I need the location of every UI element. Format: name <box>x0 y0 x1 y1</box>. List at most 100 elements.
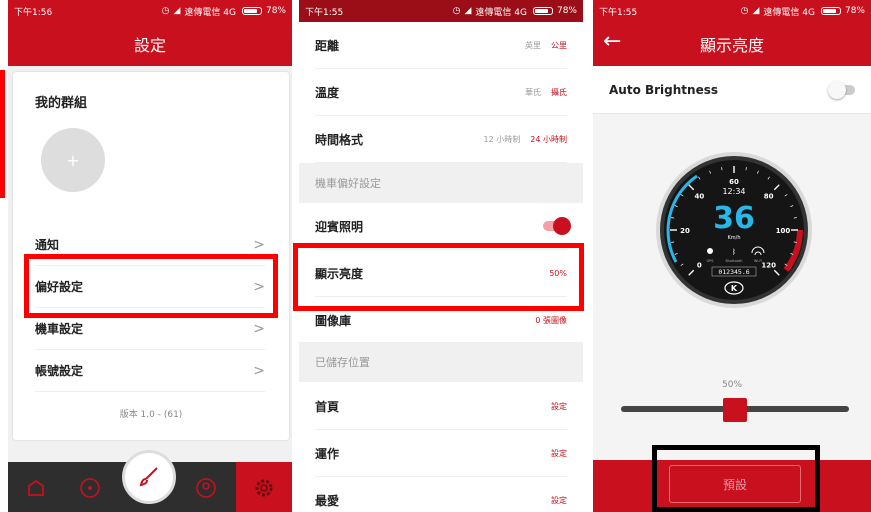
fahrenheit-option[interactable]: 華氏 <box>525 87 541 98</box>
bottom-nav <box>8 450 292 512</box>
gauge-tick-label: 80 <box>764 192 774 200</box>
bluetooth-label: Bluetooth <box>726 259 743 263</box>
section-saved-locations: 已儲存位置 <box>299 342 583 382</box>
version-text: 版本 1.0 - (61) <box>119 410 183 420</box>
back-arrow-icon[interactable]: ← <box>603 31 621 53</box>
saved-favorite-row: 最愛 設定 <box>315 477 567 512</box>
alarm-icon: ◷ <box>161 6 170 16</box>
settings-item-preferences[interactable]: 偏好設定 > <box>35 266 265 308</box>
brightness-slider-thumb[interactable] <box>723 398 747 422</box>
status-carrier: 遠傳電信 4G <box>475 7 527 18</box>
welcome-light-label: 迎賓照明 <box>315 219 364 234</box>
brightness-row[interactable]: 顯示亮度 50% <box>315 250 567 297</box>
gauge-tick-label: 60 <box>729 178 739 186</box>
gauge-tick-label: 100 <box>776 227 791 235</box>
status-time: 下午1:55 <box>305 7 344 18</box>
plus-icon: + <box>66 150 80 170</box>
edge-highlight <box>0 70 5 198</box>
settings-item-label: 偏好設定 <box>35 280 84 294</box>
gauge-speed: 36 <box>713 201 755 236</box>
status-time: 下午1:56 <box>14 7 53 18</box>
settings-item-label: 通知 <box>35 238 60 252</box>
gps-icon <box>707 248 713 254</box>
dashboard-icon[interactable] <box>78 476 102 500</box>
dashboard-gauge: 0 20 40 60 80 100 120 12:34 36 Km/h ᛒ GPS Blue… <box>656 152 812 308</box>
gauge-tick-label: 40 <box>694 192 704 200</box>
profile-icon[interactable] <box>194 476 218 500</box>
miles-option[interactable]: 英里 <box>525 40 541 51</box>
signal-icon: ◢ <box>752 6 760 16</box>
gps-label: GPS <box>706 259 714 263</box>
saved-favorite-set-button[interactable]: 設定 <box>551 495 567 506</box>
km-option[interactable]: 公里 <box>551 40 567 51</box>
brand-logo-letter: K <box>731 284 738 293</box>
auto-brightness-row: Auto Brightness <box>593 66 871 114</box>
saved-home-set-button[interactable]: 設定 <box>551 401 567 412</box>
saved-work-label: 運作 <box>315 446 340 461</box>
status-bar: 下午1:55 ◷ ◢ 遠傳電信 4G 78% <box>299 0 583 22</box>
app-bar: ← 顯示亮度 <box>593 22 871 66</box>
add-group-button[interactable]: + <box>41 128 105 192</box>
preset-button[interactable]: 預設 <box>669 465 801 503</box>
app-bar: 設定 <box>8 22 292 66</box>
temperature-row: 溫度 華氏 攝氏 <box>315 69 567 116</box>
gallery-value: 0 張圖像 <box>535 315 567 325</box>
brightness-screen: 下午1:55 ◷ ◢ 遠傳電信 4G 78% ← 顯示亮度 Auto Brigh… <box>593 0 871 512</box>
battery-icon <box>820 7 841 15</box>
status-carrier: 遠傳電信 4G <box>763 7 815 18</box>
12h-option[interactable]: 12 小時制 <box>484 134 521 145</box>
welcome-light-row: 迎賓照明 <box>315 203 571 250</box>
signal-icon: ◢ <box>464 6 472 16</box>
brightness-percent: 50% <box>721 380 742 390</box>
toggle-knob <box>553 217 571 235</box>
saved-home-label: 首頁 <box>315 399 340 414</box>
welcome-light-toggle[interactable] <box>543 217 571 235</box>
status-battery: 78% <box>844 6 865 16</box>
timeformat-row: 時間格式 12 小時制 24 小時制 <box>315 116 567 163</box>
temperature-label: 溫度 <box>315 85 340 100</box>
gear-icon[interactable] <box>252 476 276 500</box>
brush-button[interactable] <box>122 450 176 504</box>
saved-work-row: 運作 設定 <box>315 430 567 477</box>
timeformat-label: 時間格式 <box>315 132 364 147</box>
distance-row: 距離 英里 公里 <box>315 22 567 69</box>
status-time: 下午1:55 <box>599 7 638 18</box>
auto-brightness-toggle[interactable] <box>828 80 855 99</box>
status-bar: 下午1:55 ◷ ◢ 遠傳電信 4G 78% <box>593 0 871 22</box>
24h-option[interactable]: 24 小時制 <box>530 134 567 145</box>
gauge-tick-label: 0 <box>697 262 702 270</box>
preferences-screen: 下午1:55 ◷ ◢ 遠傳電信 4G 78% 距離 英里 公里 溫度 華氏 攝氏 時… <box>299 0 583 512</box>
settings-item-notifications[interactable]: 通知 > <box>35 224 265 266</box>
saved-favorite-label: 最愛 <box>315 493 340 508</box>
celsius-option[interactable]: 攝氏 <box>551 87 567 98</box>
settings-card: 我的群組 + 通知 > 偏好設定 > 機車設定 > 帳號設定 > 版本 1.0 … <box>13 72 289 440</box>
gallery-row[interactable]: 圖像庫 0 張圖像 <box>315 297 567 344</box>
group-title: 我的群組 <box>35 96 88 111</box>
section-bike-prefs: 機車偏好設定 <box>299 163 583 203</box>
brightness-label: 顯示亮度 <box>315 266 364 281</box>
gauge-unit: Km/h <box>727 235 740 241</box>
settings-item-label: 機車設定 <box>35 322 84 336</box>
brush-icon <box>139 467 158 487</box>
wifi-label: Wi-Fi <box>754 259 762 263</box>
saved-home-row: 首頁 設定 <box>315 383 567 430</box>
chevron-right-icon: > <box>253 362 265 379</box>
home-icon[interactable] <box>24 476 48 500</box>
saved-work-set-button[interactable]: 設定 <box>551 448 567 459</box>
page-title: 設定 <box>133 36 166 55</box>
chevron-right-icon: > <box>253 278 265 295</box>
page-title: 顯示亮度 <box>699 36 764 55</box>
settings-item-account[interactable]: 帳號設定 > <box>35 350 265 392</box>
status-battery: 78% <box>556 6 577 16</box>
chevron-right-icon: > <box>253 236 265 253</box>
status-carrier: 遠傳電信 4G <box>184 7 236 18</box>
settings-item-bike[interactable]: 機車設定 > <box>35 308 265 350</box>
toggle-knob <box>828 80 846 99</box>
gauge-tick-label: 120 <box>761 262 776 270</box>
alarm-icon: ◷ <box>740 6 749 16</box>
battery-icon <box>532 7 553 15</box>
bluetooth-icon: ᛒ <box>732 248 736 256</box>
gauge-clock: 12:34 <box>722 187 745 196</box>
gauge-odometer: 012345.6 <box>718 268 749 276</box>
settings-item-label: 帳號設定 <box>35 364 84 378</box>
